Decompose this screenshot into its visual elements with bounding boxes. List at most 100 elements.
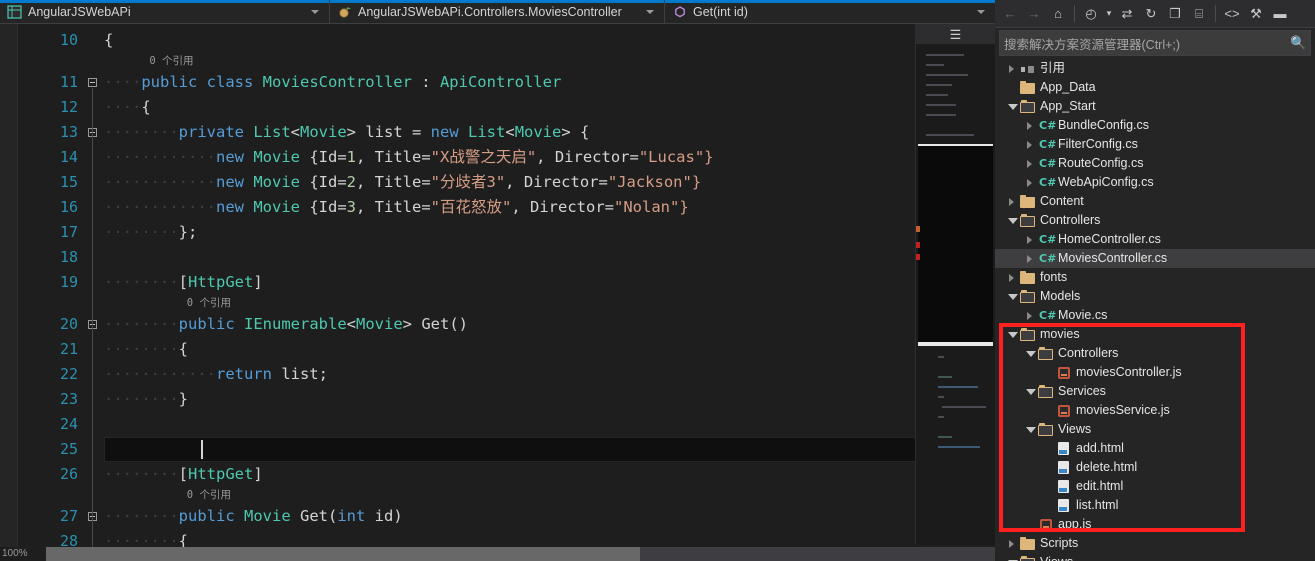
code-line[interactable]: ····{ bbox=[104, 95, 151, 120]
zoom-level-indicator[interactable]: 100% bbox=[0, 547, 46, 561]
solution-explorer-search[interactable]: 搜索解决方案资源管理器(Ctrl+;) 🔍 bbox=[999, 30, 1311, 56]
chevron-right-icon[interactable] bbox=[1023, 230, 1037, 249]
codelens-reference-hint[interactable]: 0 个引用 bbox=[187, 487, 231, 504]
tree-item-controllers[interactable]: Controllers bbox=[995, 211, 1315, 230]
outlining-collapse-icon[interactable] bbox=[88, 78, 97, 87]
tree-item-content[interactable]: Content bbox=[995, 192, 1315, 211]
chevron-down-icon[interactable] bbox=[311, 10, 319, 14]
type-dropdown[interactable]: AngularJSWebAPi.Controllers.MoviesContro… bbox=[330, 0, 665, 24]
home-icon[interactable]: ⌂ bbox=[1047, 3, 1069, 25]
chevron-down-icon[interactable] bbox=[1005, 97, 1019, 116]
code-line[interactable]: ········} bbox=[104, 387, 188, 412]
tree-item-moviescontroller-cs[interactable]: C# MoviesController.cs bbox=[995, 249, 1315, 268]
chevron-right-icon[interactable] bbox=[1023, 173, 1037, 192]
minimap-viewport[interactable] bbox=[918, 144, 993, 344]
code-text-area[interactable]: {0 个引用 ····public class MoviesController … bbox=[104, 24, 995, 561]
show-all-files-icon[interactable]: ⌸ bbox=[1188, 3, 1210, 25]
code-token: > list = bbox=[346, 123, 431, 141]
chevron-down-icon[interactable] bbox=[1005, 211, 1019, 230]
code-line[interactable]: ············return list; bbox=[104, 362, 328, 387]
project-dropdown[interactable]: AngularJSWebAPi bbox=[0, 0, 330, 24]
chevron-right-icon[interactable] bbox=[1023, 135, 1037, 154]
tree-item-webapiconfig-cs[interactable]: C# WebApiConfig.cs bbox=[995, 173, 1315, 192]
chevron-down-icon[interactable] bbox=[1005, 553, 1019, 561]
chevron-down-icon[interactable] bbox=[1005, 325, 1019, 344]
member-dropdown[interactable]: Get(int id) bbox=[665, 0, 995, 24]
tree-item-list-html[interactable]: list.html bbox=[995, 496, 1315, 515]
refresh-icon[interactable]: ↻ bbox=[1140, 3, 1162, 25]
code-line[interactable]: ········{ bbox=[104, 337, 188, 362]
collapse-all-icon[interactable]: ❐ bbox=[1164, 3, 1186, 25]
tree-item-views[interactable]: Views bbox=[995, 420, 1315, 439]
tree-item-bundleconfig-cs[interactable]: C# BundleConfig.cs bbox=[995, 116, 1315, 135]
tree-item-views[interactable]: Views bbox=[995, 553, 1315, 561]
tree-item-app-start[interactable]: App_Start bbox=[995, 97, 1315, 116]
tree-item-app-data[interactable]: App_Data bbox=[995, 78, 1315, 97]
tree-item-scripts[interactable]: Scripts bbox=[995, 534, 1315, 553]
solution-explorer-tree[interactable]: 引用 App_Data App_Start C# BundleConfig.cs C# Fi… bbox=[995, 59, 1315, 561]
chevron-down-icon[interactable] bbox=[977, 10, 985, 14]
chevron-down-icon[interactable] bbox=[1023, 420, 1037, 439]
whitespace-dots: ········ bbox=[104, 340, 179, 358]
tree-item-homecontroller-cs[interactable]: C# HomeController.cs bbox=[995, 230, 1315, 249]
tree-item-controllers[interactable]: Controllers bbox=[995, 344, 1315, 363]
breakpoint-margin[interactable] bbox=[0, 24, 18, 561]
code-token: IEnumerable bbox=[244, 315, 347, 333]
pending-changes-filter-icon[interactable]: ◴ bbox=[1080, 3, 1102, 25]
code-line[interactable]: ············new Movie {Id=1, Title="X战警之… bbox=[104, 145, 713, 170]
split-view-icon[interactable]: ☰ bbox=[948, 27, 963, 42]
code-line[interactable]: { bbox=[104, 28, 113, 53]
search-icon[interactable]: 🔍 bbox=[1290, 35, 1306, 51]
search-input[interactable]: 搜索解决方案资源管理器(Ctrl+;) bbox=[1004, 34, 1290, 53]
horizontal-scrollbar[interactable] bbox=[0, 547, 995, 561]
tree-item-models[interactable]: Models bbox=[995, 287, 1315, 306]
tree-item-moviescontroller-js[interactable]: moviesController.js bbox=[995, 363, 1315, 382]
code-line[interactable]: ········public Movie Get(int id) bbox=[104, 504, 403, 529]
tree-item-movies[interactable]: movies bbox=[995, 325, 1315, 344]
code-line[interactable]: ········private List<Movie> list = new L… bbox=[104, 120, 589, 145]
chevron-right-icon[interactable] bbox=[1005, 192, 1019, 211]
code-line[interactable]: ········[HttpGet] bbox=[104, 270, 263, 295]
tree-item-filterconfig-cs[interactable]: C# FilterConfig.cs bbox=[995, 135, 1315, 154]
code-line[interactable]: ········[HttpGet] bbox=[104, 462, 263, 487]
properties-icon[interactable]: ⚒ bbox=[1245, 3, 1267, 25]
view-code-icon[interactable]: <> bbox=[1221, 3, 1243, 25]
tree-item-movie-cs[interactable]: C# Movie.cs bbox=[995, 306, 1315, 325]
outlining-margin[interactable] bbox=[84, 24, 104, 561]
code-line[interactable]: ············new Movie {Id=2, Title="分歧者3… bbox=[104, 170, 701, 195]
code-line[interactable]: ········public IEnumerable<Movie> Get() bbox=[104, 312, 468, 337]
editor-minimap[interactable]: ☰ bbox=[915, 24, 995, 545]
tree-item-routeconfig-cs[interactable]: C# RouteConfig.cs bbox=[995, 154, 1315, 173]
tree-item-moviesservice-js[interactable]: moviesService.js bbox=[995, 401, 1315, 420]
chevron-down-icon[interactable] bbox=[1023, 344, 1037, 363]
codelens-reference-hint[interactable]: 0 个引用 bbox=[149, 53, 193, 70]
sync-with-active-document-icon[interactable]: ⇄ bbox=[1116, 3, 1138, 25]
horizontal-scrollbar-thumb[interactable] bbox=[0, 547, 640, 561]
chevron-right-icon[interactable] bbox=[1023, 154, 1037, 173]
tree-item-delete-html[interactable]: delete.html bbox=[995, 458, 1315, 477]
chevron-right-icon[interactable] bbox=[1023, 306, 1037, 325]
chevron-right-icon[interactable] bbox=[1023, 116, 1037, 135]
code-line[interactable]: ····public class MoviesController : ApiC… bbox=[104, 70, 561, 95]
chevron-right-icon[interactable] bbox=[1023, 249, 1037, 268]
code-token: HttpGet bbox=[188, 465, 254, 483]
tree-item-[interactable]: 引用 bbox=[995, 59, 1315, 78]
chevron-right-icon[interactable] bbox=[1005, 534, 1019, 553]
chevron-down-icon[interactable] bbox=[1005, 287, 1019, 306]
preview-selected-items-icon[interactable]: ▬ bbox=[1269, 3, 1291, 25]
tree-item-edit-html[interactable]: edit.html bbox=[995, 477, 1315, 496]
tree-item-fonts[interactable]: fonts bbox=[995, 268, 1315, 287]
tree-item-add-html[interactable]: add.html bbox=[995, 439, 1315, 458]
tree-item-services[interactable]: Services bbox=[995, 382, 1315, 401]
code-line[interactable]: ············new Movie {Id=3, Title="百花怒放… bbox=[104, 195, 689, 220]
line-number: 16 bbox=[59, 198, 78, 216]
chevron-down-icon[interactable]: ▾ bbox=[1104, 3, 1114, 25]
chevron-right-icon[interactable] bbox=[1005, 268, 1019, 287]
chevron-down-icon[interactable] bbox=[646, 10, 654, 14]
codelens-reference-hint[interactable]: 0 个引用 bbox=[187, 295, 231, 312]
tree-item-app-js[interactable]: app.js bbox=[995, 515, 1315, 534]
code-line[interactable]: ········}; bbox=[104, 220, 197, 245]
minimap-viewport-lower[interactable] bbox=[918, 344, 993, 346]
chevron-right-icon[interactable] bbox=[1005, 59, 1019, 78]
chevron-down-icon[interactable] bbox=[1023, 382, 1037, 401]
